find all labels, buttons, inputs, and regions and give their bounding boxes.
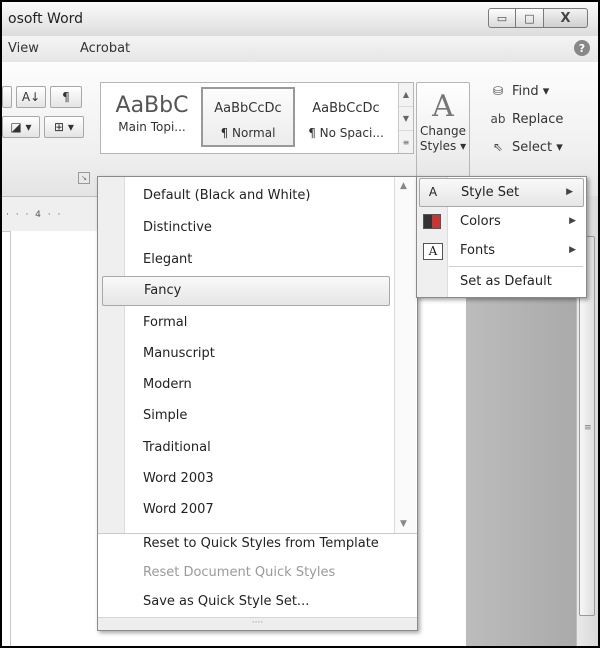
scroll-down-icon[interactable]: ▼	[400, 519, 407, 529]
change-styles-menu: A Style Set ▶ Colors ▶ A Fonts ▶ Set as …	[416, 176, 587, 298]
sort-icon: A↓	[21, 90, 41, 104]
reset-document-quick-styles: Reset Document Quick Styles	[143, 565, 336, 580]
dialog-launcher-icon[interactable]: ↘	[78, 172, 90, 184]
style-set-label: Style Set	[461, 185, 520, 200]
show-formatting-button[interactable]: ¶	[50, 86, 82, 108]
close-icon: X	[560, 10, 571, 26]
style-main-topic[interactable]: AaBbC Main Topi...	[105, 87, 199, 147]
thumb-grip-icon: ≡	[584, 423, 592, 433]
title-bar: osoft Word ▭ □ X	[2, 2, 598, 37]
change-styles-button[interactable]: A Change Styles ▾	[416, 82, 470, 178]
replace-button[interactable]: ab Replace	[488, 108, 564, 130]
fonts-icon: A	[423, 243, 443, 260]
style-set-traditional[interactable]: Traditional	[128, 433, 386, 463]
horizontal-ruler: · · · 4 · ·	[2, 197, 102, 232]
pilcrow-icon: ¶	[62, 90, 70, 104]
close-button[interactable]: X	[544, 8, 588, 28]
style-name: Main Topi...	[118, 120, 186, 134]
cursor-icon: ⇖	[492, 140, 504, 154]
minimize-icon: ▭	[496, 11, 508, 25]
help-icon[interactable]: ?	[574, 40, 590, 56]
paragraph-button-partial[interactable]	[2, 86, 12, 108]
style-no-spacing[interactable]: AaBbCcDc ¶ No Spaci...	[299, 87, 393, 147]
gallery-more-icon[interactable]: ≡	[399, 131, 413, 154]
maximize-button[interactable]: □	[516, 8, 544, 28]
set-default-label: Set as Default	[460, 274, 552, 289]
shading-button[interactable]: ◪ ▾	[2, 116, 40, 138]
style-set-default[interactable]: Default (Black and White)	[128, 181, 386, 211]
replace-icon: ab	[490, 112, 506, 126]
ribbon-tabs: View Acrobat ?	[2, 36, 598, 63]
gallery-down-icon[interactable]: ▼	[399, 107, 413, 131]
window-controls: ▭ □ X	[488, 8, 588, 28]
maximize-icon: □	[524, 11, 535, 25]
style-sample: AaBbC	[115, 93, 189, 118]
borders-button[interactable]: ⊞ ▾	[44, 116, 84, 138]
style-sample: AaBbCcDc	[312, 101, 380, 116]
style-set-dropdown: Default (Black and White) Distinctive El…	[97, 176, 418, 631]
colors-label: Colors	[460, 214, 501, 229]
word-window: osoft Word ▭ □ X View Acrobat ? A↓ ¶ ◪ ▾…	[0, 0, 600, 648]
fonts-label: Fonts	[460, 243, 496, 258]
style-set-fancy[interactable]: Fancy	[102, 276, 390, 306]
style-sample: AaBbCcDc	[214, 101, 282, 116]
submenu-arrow-icon: ▶	[569, 216, 576, 226]
save-quick-style-set[interactable]: Save as Quick Style Set...	[143, 589, 309, 615]
menu-fonts[interactable]: A Fonts ▶	[417, 236, 586, 265]
style-set-word-2003[interactable]: Word 2003	[128, 464, 386, 494]
shading-icon: ◪ ▾	[10, 120, 32, 134]
select-label: Select ▾	[512, 139, 563, 155]
resize-grip[interactable]: ····	[98, 617, 417, 630]
minimize-button[interactable]: ▭	[488, 8, 516, 28]
style-set-formal[interactable]: Formal	[128, 308, 386, 338]
change-styles-label-1: Change	[420, 124, 466, 138]
style-set-simple[interactable]: Simple	[128, 401, 386, 431]
gallery-up-icon[interactable]: ▲	[399, 83, 413, 107]
style-set-elegant[interactable]: Elegant	[128, 245, 386, 275]
submenu-arrow-icon: ▶	[569, 245, 576, 255]
tab-view[interactable]: View	[8, 41, 39, 56]
menu-colors[interactable]: Colors ▶	[417, 207, 586, 236]
menu-style-set[interactable]: A Style Set ▶	[419, 178, 584, 207]
change-styles-label-2: Styles ▾	[419, 139, 467, 153]
find-label: Find ▾	[512, 83, 550, 99]
style-name: ¶ No Spaci...	[308, 126, 384, 140]
select-button[interactable]: ⇖ Select ▾	[488, 136, 563, 158]
menu-set-as-default[interactable]: Set as Default	[417, 267, 586, 296]
gallery-scroll[interactable]: ▲ ▼ ≡	[398, 83, 413, 153]
style-set-manuscript[interactable]: Manuscript	[128, 339, 386, 369]
dropdown-scrollbar[interactable]: ▲ ▼	[394, 177, 416, 533]
change-styles-icon: A	[432, 89, 454, 124]
style-normal[interactable]: AaBbCcDc ¶ Normal	[201, 87, 295, 147]
window-title: osoft Word	[8, 11, 84, 27]
style-set-distinctive[interactable]: Distinctive	[128, 213, 386, 243]
sort-button[interactable]: A↓	[16, 86, 46, 108]
dropdown-icon-strip	[98, 177, 125, 533]
binoculars-icon: ⛁	[492, 84, 504, 98]
tab-acrobat[interactable]: Acrobat	[80, 41, 130, 56]
submenu-arrow-icon: ▶	[566, 187, 573, 197]
scroll-up-icon[interactable]: ▲	[400, 181, 407, 191]
quick-styles-gallery: AaBbC Main Topi... AaBbCcDc ¶ Normal AaB…	[100, 82, 414, 154]
reset-quick-styles-template[interactable]: Reset to Quick Styles from Template	[143, 531, 379, 557]
borders-icon: ⊞ ▾	[54, 120, 74, 134]
replace-label: Replace	[512, 111, 564, 127]
colors-icon	[423, 214, 441, 229]
find-button[interactable]: ⛁ Find ▾	[488, 80, 549, 102]
ruler-marks: · · · 4 · ·	[6, 210, 63, 220]
style-name: ¶ Normal	[220, 126, 276, 140]
style-set-word-2007[interactable]: Word 2007	[128, 495, 386, 525]
style-set-icon: A	[428, 185, 438, 199]
style-set-modern[interactable]: Modern	[128, 370, 386, 400]
